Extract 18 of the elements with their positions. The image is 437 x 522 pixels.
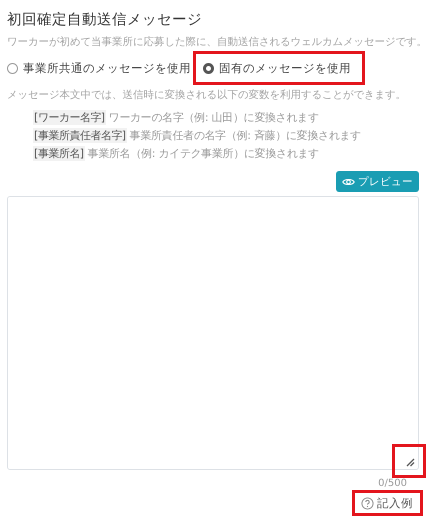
instruction-text: メッセージ本文中では、送信時に変換される以下の変数を利用することができます。 xyxy=(7,88,407,103)
character-counter: 0/500 xyxy=(377,478,408,490)
description-text: ワーカーが初めて当事業所に応募した際に、自動送信されるウェルカムメッセージです。 xyxy=(7,35,419,50)
resize-handle-icon[interactable] xyxy=(405,457,415,467)
variable-description: ワーカーの名字（例: 山田）に変換されます xyxy=(108,110,318,125)
radio-button[interactable] xyxy=(203,62,214,74)
variable-tag: [事業所責任者名字] xyxy=(33,128,127,143)
variable-tag: [ワーカー名字] xyxy=(33,110,106,125)
radio-option[interactable]: 事業所共通のメッセージを使用 xyxy=(7,60,191,76)
help-icon xyxy=(361,497,374,510)
radio-button[interactable] xyxy=(7,62,18,74)
variable-description: 事業所責任者の名字（例: 斉藤）に変換されます xyxy=(130,128,361,143)
variable-description: 事業所名（例: カイテク事業所）に変換されます xyxy=(88,146,319,161)
example-link[interactable]: 記入例 xyxy=(359,495,415,512)
section-title: 初回確定自動送信メッセージ xyxy=(7,10,203,30)
eye-icon xyxy=(342,176,355,186)
radio-option[interactable]: 固有のメッセージを使用 xyxy=(203,60,351,76)
variable-tag: [事業所名] xyxy=(33,146,85,161)
